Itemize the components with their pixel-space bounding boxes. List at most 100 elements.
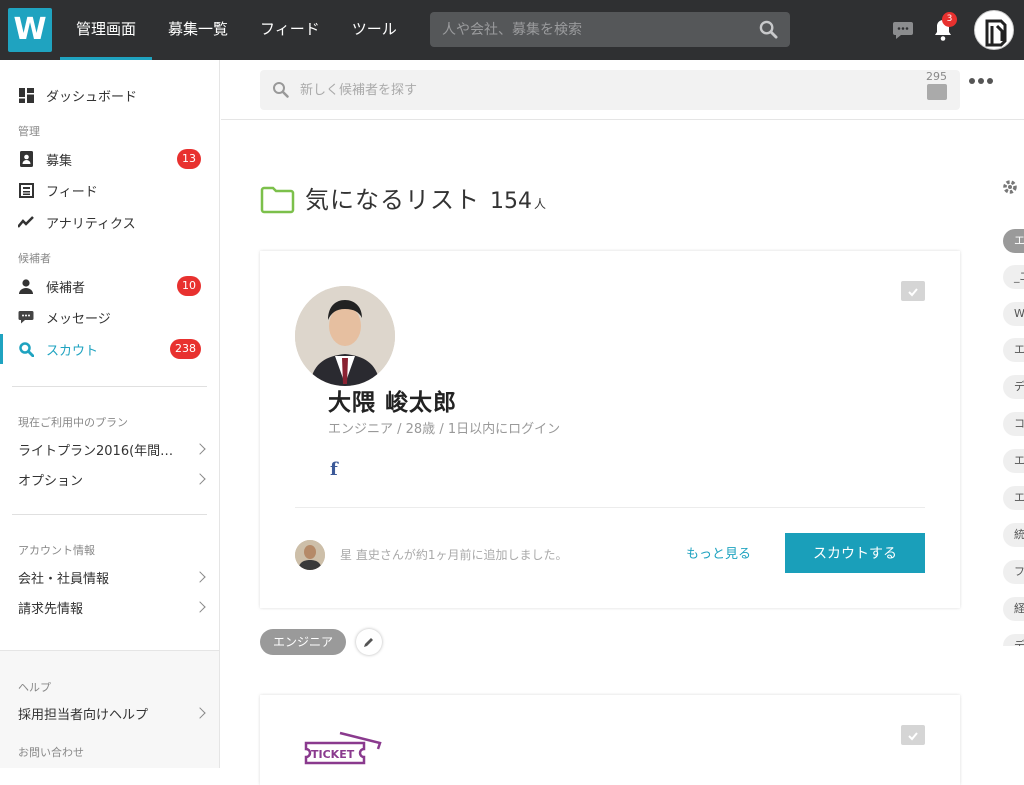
- sidebar: ダッシュボード 管理 募集 13 フィード アナリティクス 候補者 候補者 10…: [0, 60, 220, 768]
- filter-tag[interactable]: エ: [1003, 229, 1024, 253]
- sidebar-divider: [12, 386, 207, 387]
- added-by-text: 星 直史さんが約1ヶ月前に追加しました。: [340, 548, 568, 562]
- billing-link[interactable]: 請求先情報: [18, 595, 208, 619]
- company-avatar[interactable]: [974, 10, 1014, 50]
- ticket-logo-text: TICKET: [311, 748, 355, 761]
- filter-tag[interactable]: _エ: [1003, 265, 1024, 289]
- chevron-right-icon: [194, 443, 206, 455]
- sidebar-item-label: フィード: [46, 184, 98, 200]
- list-title: 気になるリスト 154 人: [260, 180, 546, 215]
- candidate-photo[interactable]: [295, 286, 395, 386]
- app-logo[interactable]: W: [8, 8, 52, 52]
- billing-label: 請求先情報: [18, 601, 84, 617]
- adder-avatar: [295, 540, 325, 570]
- help-section: ヘルプ 採用担当者向けヘルプ お問い合わせ: [0, 650, 219, 768]
- help-heading: ヘルプ: [18, 681, 51, 694]
- ticket-logo: TICKET: [304, 731, 382, 771]
- chat-icon[interactable]: [892, 20, 914, 44]
- list-name: 気になるリスト: [305, 186, 480, 214]
- candidate-search-bar: 295: [221, 60, 1024, 120]
- help-label: 採用担当者向けヘルプ: [18, 707, 149, 723]
- help-link[interactable]: 採用担当者向けヘルプ: [18, 701, 208, 725]
- filter-tag[interactable]: エ: [1003, 338, 1024, 362]
- sidebar-item-candidates[interactable]: 候補者 10: [0, 271, 219, 301]
- contact-heading[interactable]: お問い合わせ: [18, 744, 84, 760]
- chevron-right-icon: [194, 707, 206, 719]
- sidebar-item-messages[interactable]: メッセージ: [0, 302, 219, 332]
- chevron-right-icon: [194, 571, 206, 583]
- chevron-right-icon: [194, 473, 206, 485]
- message-icon: [18, 309, 34, 325]
- notification-bell[interactable]: 3: [932, 12, 957, 42]
- sidebar-item-jobs[interactable]: 募集 13: [0, 144, 219, 174]
- sidebar-item-label: 募集: [46, 153, 73, 169]
- search-icon: [272, 81, 289, 102]
- filter-tag[interactable]: エ: [1003, 449, 1024, 473]
- sidebar-section-manage: 管理: [18, 125, 40, 138]
- nav-admin[interactable]: 管理画面: [60, 0, 153, 60]
- count-badge: 10: [177, 276, 201, 296]
- list-count: 154: [490, 189, 532, 214]
- card-divider: [295, 507, 925, 508]
- dashboard-icon: [18, 87, 34, 103]
- option-link[interactable]: オプション: [18, 467, 208, 491]
- sidebar-item-label: アナリティクス: [46, 216, 136, 232]
- sidebar-item-dashboard[interactable]: ダッシュボード: [0, 80, 219, 110]
- global-search: [430, 12, 790, 47]
- main-nav: 管理画面 募集一覧 フィード ツール: [60, 0, 413, 60]
- option-label: オプション: [18, 473, 84, 489]
- facebook-icon[interactable]: f: [330, 459, 338, 480]
- filter-tag[interactable]: コ: [1003, 412, 1024, 436]
- more-link[interactable]: もっと見る: [686, 543, 751, 562]
- candidate-card: 大隈 峻太郎 エンジニア / 28歳 / 1日以内にログイン f 星 直史さんが…: [260, 251, 960, 608]
- nav-tools[interactable]: ツール: [336, 0, 413, 60]
- filter-tag[interactable]: フ: [1003, 560, 1024, 584]
- sidebar-section-candidates: 候補者: [18, 252, 51, 265]
- plan-link[interactable]: ライトプラン2016(年間パ...: [18, 437, 208, 461]
- person-icon: [18, 278, 34, 294]
- job-icon: [18, 151, 34, 167]
- global-search-input[interactable]: [430, 12, 750, 47]
- sidebar-divider: [12, 514, 207, 515]
- sidebar-item-scout[interactable]: スカウト 238: [0, 334, 219, 364]
- folder-icon: [260, 186, 295, 218]
- search-icon: [18, 341, 34, 357]
- top-navbar: W 管理画面 募集一覧 フィード ツール 3: [0, 0, 1024, 60]
- filter-tag[interactable]: デ: [1003, 634, 1024, 646]
- sidebar-item-feed[interactable]: フィード: [0, 175, 219, 205]
- count-badge: 238: [170, 339, 201, 359]
- candidate-card: TICKET: [260, 695, 960, 785]
- filter-tag[interactable]: 統: [1003, 523, 1024, 547]
- company-info-link[interactable]: 会社・社員情報: [18, 565, 208, 589]
- plan-label: ライトプラン2016(年間パ...: [18, 443, 183, 459]
- candidate-meta: エンジニア / 28歳 / 1日以内にログイン: [328, 422, 561, 437]
- chevron-right-icon: [194, 601, 206, 613]
- candidate-search: 295: [260, 70, 960, 110]
- sidebar-item-label: 候補者: [46, 280, 86, 296]
- check-folder-icon[interactable]: [901, 725, 925, 745]
- folder-count: 295: [926, 70, 947, 83]
- scout-button[interactable]: スカウトする: [785, 533, 925, 573]
- search-icon[interactable]: [759, 20, 778, 43]
- nav-listings[interactable]: 募集一覧: [152, 0, 244, 60]
- folder-icon[interactable]: [927, 84, 947, 100]
- filter-tag[interactable]: エ: [1003, 486, 1024, 510]
- candidate-search-input[interactable]: [300, 70, 900, 110]
- sidebar-item-label: スカウト: [46, 343, 99, 359]
- feed-icon: [18, 182, 34, 198]
- candidate-tag[interactable]: エンジニア: [260, 629, 347, 655]
- filter-tag[interactable]: デ: [1003, 375, 1024, 399]
- nav-feed[interactable]: フィード: [244, 0, 336, 60]
- filter-tag[interactable]: W: [1003, 302, 1024, 326]
- list-count-unit: 人: [534, 197, 547, 211]
- check-folder-icon[interactable]: [901, 281, 925, 301]
- gear-icon[interactable]: [1002, 179, 1018, 199]
- candidate-name[interactable]: 大隈 峻太郎: [328, 383, 457, 417]
- pencil-icon[interactable]: [356, 629, 382, 655]
- more-icon[interactable]: [969, 78, 993, 84]
- trend-icon: [18, 214, 34, 230]
- sidebar-item-analytics[interactable]: アナリティクス: [0, 207, 219, 237]
- sidebar-item-label: ダッシュボード: [46, 89, 138, 105]
- company-info-label: 会社・社員情報: [18, 571, 110, 587]
- filter-tag[interactable]: 経: [1003, 597, 1024, 621]
